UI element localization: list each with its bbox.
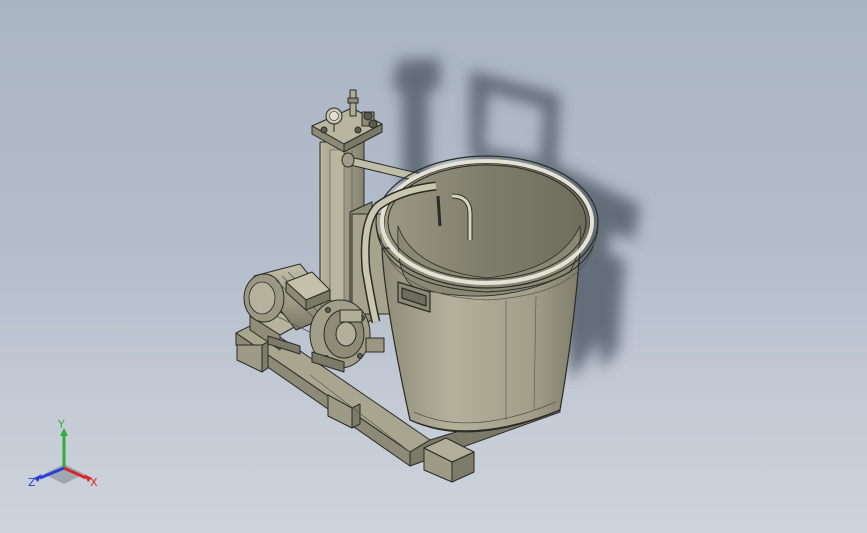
x-axis-label: X bbox=[90, 476, 98, 489]
z-axis-label: Z bbox=[28, 476, 36, 489]
axis-triad: Y X Z bbox=[28, 418, 98, 489]
model-scene[interactable] bbox=[0, 0, 867, 533]
cad-viewport[interactable]: Y X Z bbox=[0, 0, 867, 533]
tank[interactable] bbox=[375, 155, 599, 433]
y-axis-label: Y bbox=[57, 418, 65, 431]
